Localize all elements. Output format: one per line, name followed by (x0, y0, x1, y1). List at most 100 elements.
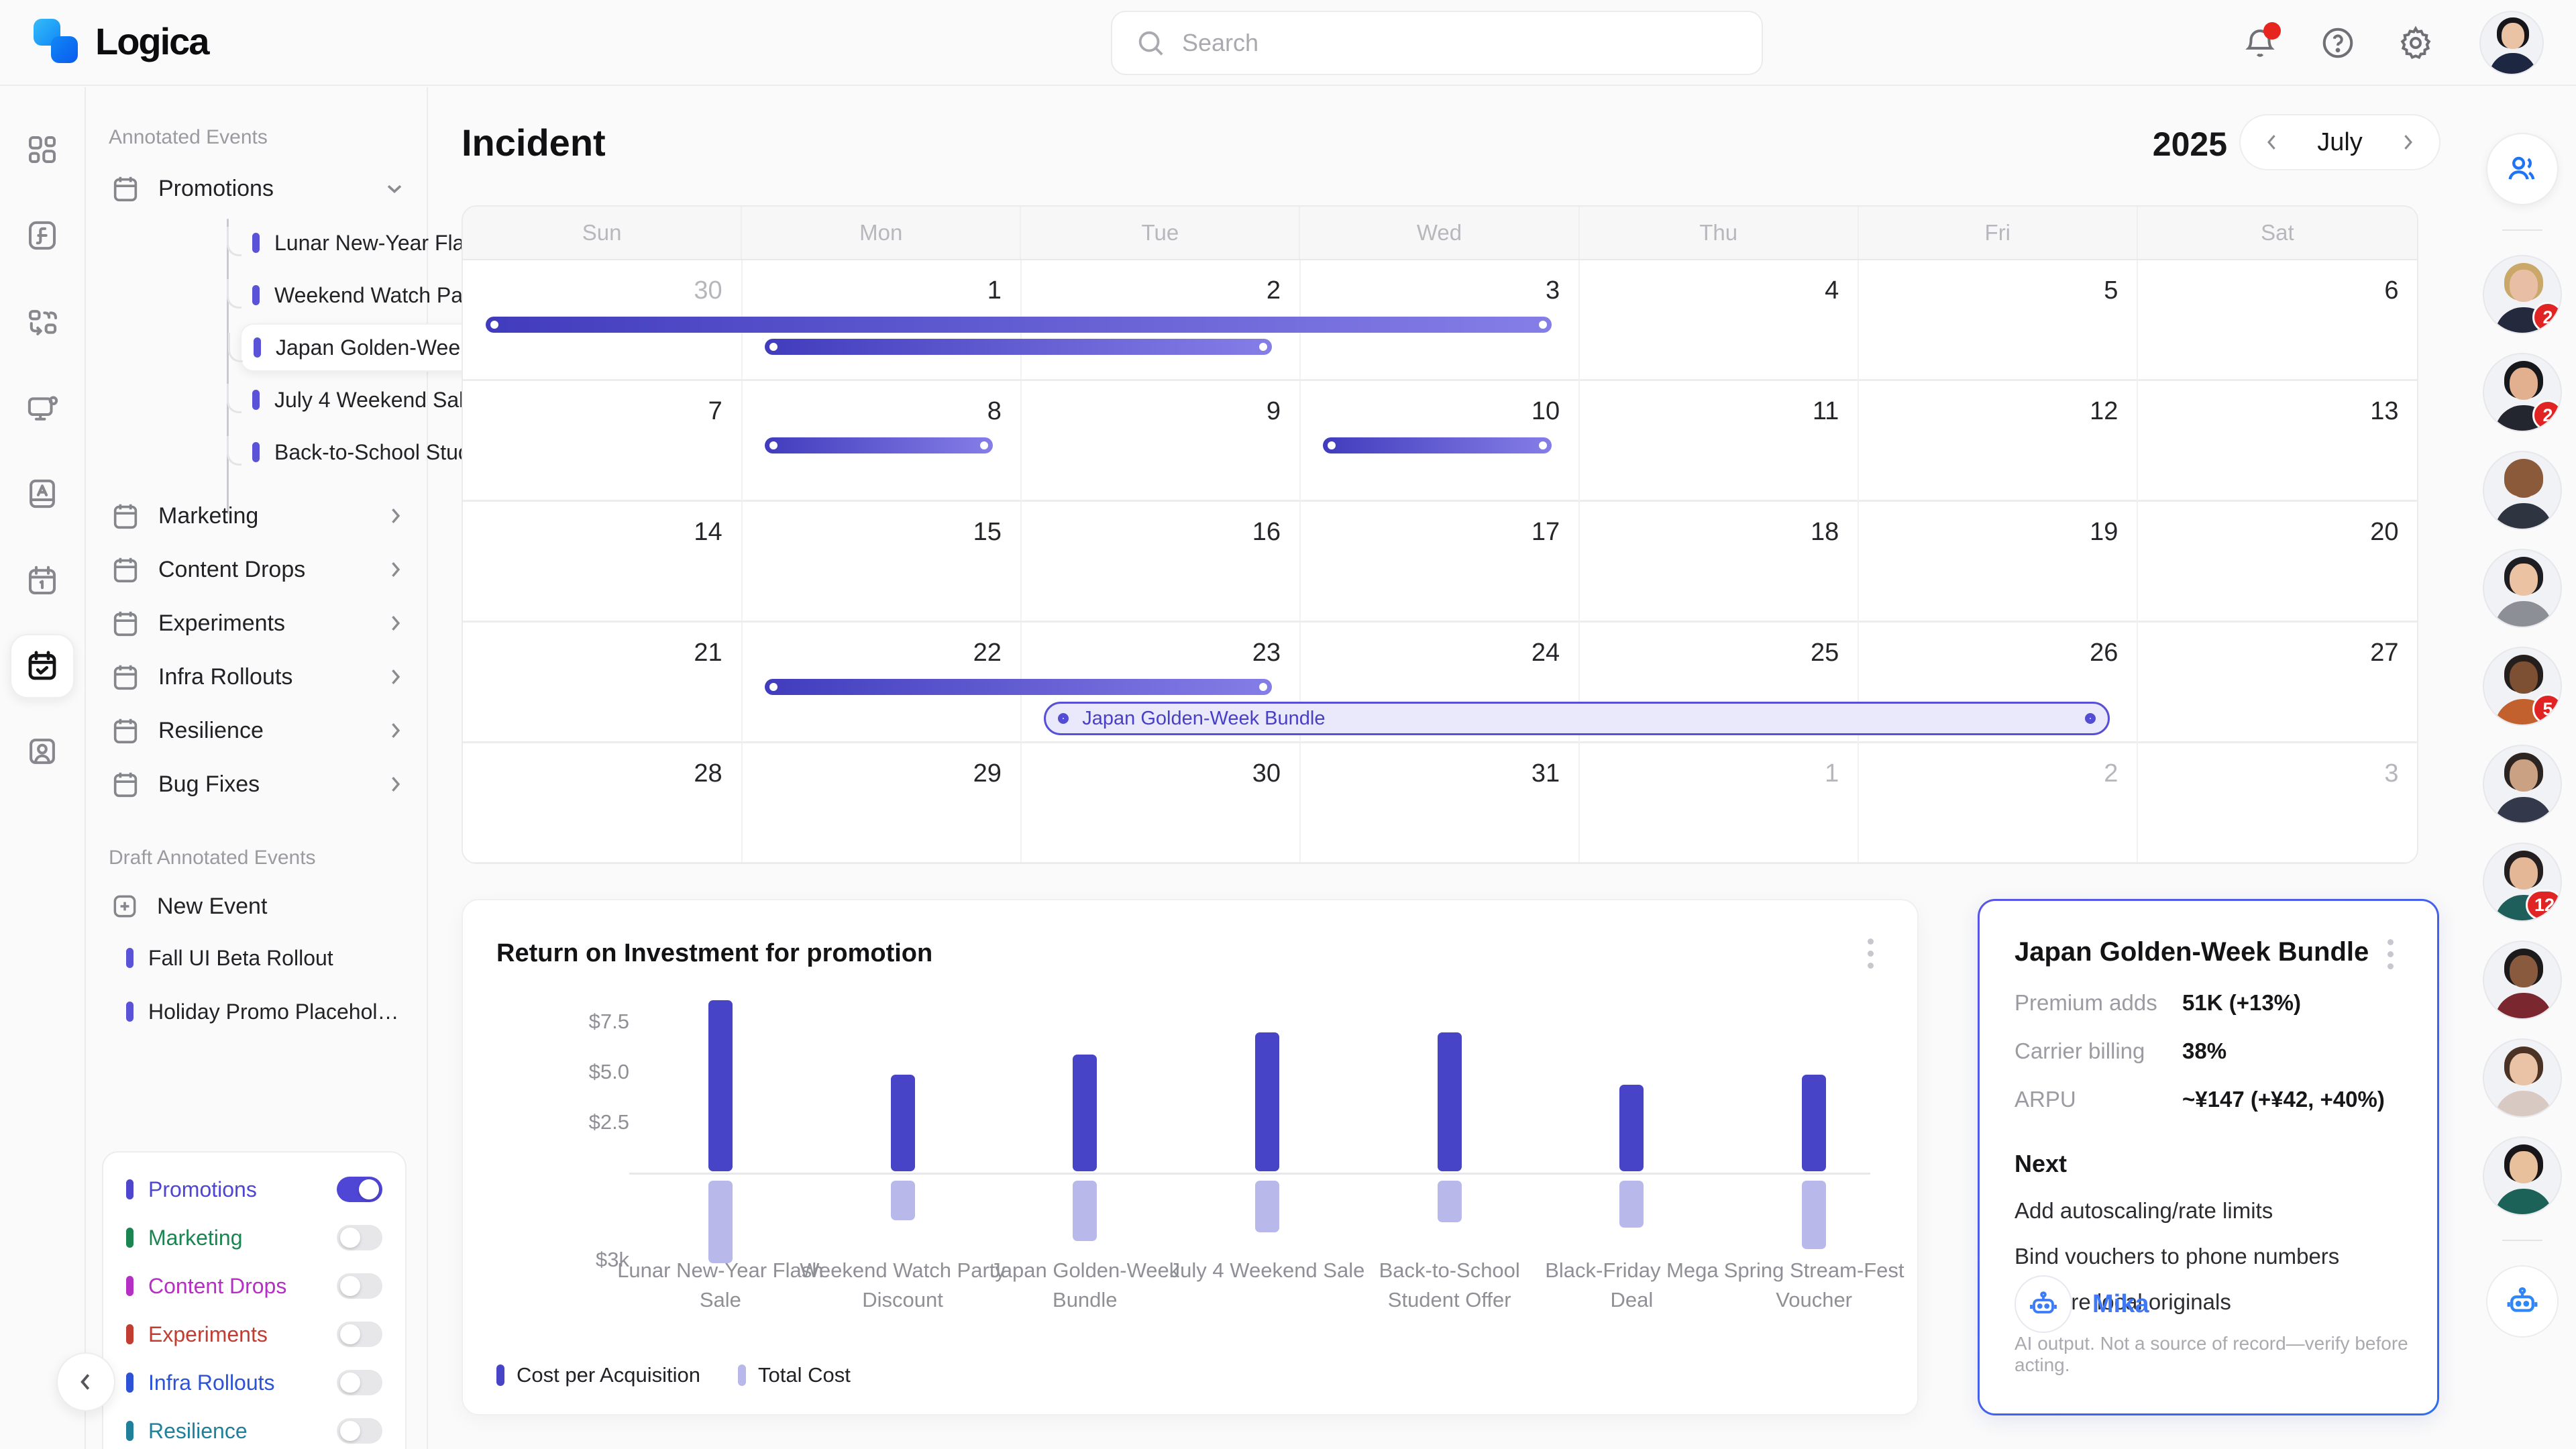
collaborator-avatar-4[interactable] (2483, 549, 2562, 628)
bar-total-cost[interactable] (891, 1181, 915, 1220)
collaborator-avatar-1[interactable]: 2 (2483, 255, 2562, 334)
draft-item-2[interactable]: Holiday Promo Placeholder (114, 987, 416, 1036)
bar-total-cost[interactable] (1802, 1181, 1826, 1249)
sidebar-item-content-drops[interactable]: Content Drops (101, 543, 416, 596)
next-item: Add autoscaling/rate limits (2015, 1198, 2402, 1224)
bar-cost-per-acquisition[interactable] (708, 1000, 733, 1171)
calendar-icon (110, 554, 141, 585)
people-button[interactable] (2486, 133, 2559, 205)
rail-item-function[interactable] (20, 213, 64, 258)
collaborator-avatar-3[interactable] (2483, 451, 2562, 530)
sidebar-item-resilience[interactable]: Resilience (101, 704, 416, 757)
calendar-day-cell[interactable]: 17 (1300, 502, 1580, 623)
user-avatar[interactable] (2479, 11, 2544, 75)
calendar-day-cell[interactable]: 19 (1859, 502, 2139, 623)
notifications-button[interactable] (2241, 23, 2279, 62)
prev-month-button[interactable] (2261, 131, 2284, 154)
collaborator-avatar-7[interactable]: 12 (2483, 843, 2562, 922)
calendar-day-cell[interactable]: 1 (1580, 743, 1860, 864)
legend-toggle-resilience[interactable] (337, 1418, 382, 1444)
sidebar-item-bug-fixes[interactable]: Bug Fixes (101, 758, 416, 810)
calendar-event-bar[interactable] (765, 339, 1272, 355)
draft-item-1[interactable]: Fall UI Beta Rollout (114, 934, 416, 982)
sidebar-item-promotions[interactable]: Promotions (101, 162, 416, 215)
calendar-day-cell[interactable]: 29 (742, 743, 1022, 864)
bar-cost-per-acquisition[interactable] (1255, 1032, 1279, 1171)
collaborator-avatar-10[interactable] (2483, 1136, 2562, 1216)
settings-button[interactable] (2396, 23, 2435, 62)
help-button[interactable] (2318, 23, 2357, 62)
collaborator-avatar-8[interactable] (2483, 941, 2562, 1020)
collaborator-avatar-5[interactable]: 5 (2483, 647, 2562, 726)
weekday-wed: Wed (1300, 207, 1579, 259)
bar-cost-per-acquisition[interactable] (1438, 1032, 1462, 1171)
calendar-day-cell[interactable]: 6 (2138, 260, 2418, 381)
bar-total-cost[interactable] (1619, 1181, 1644, 1228)
calendar-day-cell[interactable]: 11 (1580, 381, 1860, 502)
calendar-day-cell[interactable]: 15 (742, 502, 1022, 623)
rail-item-calendar-check[interactable] (10, 634, 74, 698)
collaborator-avatar-6[interactable] (2483, 745, 2562, 824)
calendar-event-bar[interactable] (1323, 437, 1551, 453)
sidebar-item-infra-rollouts[interactable]: Infra Rollouts (101, 651, 416, 703)
detail-menu-button[interactable] (2377, 936, 2404, 972)
calendar-day-cell[interactable]: 4 (1580, 260, 1860, 381)
bar-cost-per-acquisition[interactable] (891, 1075, 915, 1171)
legend-toggle-infra-rollouts[interactable] (337, 1370, 382, 1395)
calendar-day-cell[interactable]: 12 (1859, 381, 2139, 502)
bar-cost-per-acquisition[interactable] (1619, 1085, 1644, 1171)
calendar-day-cell[interactable]: 13 (2138, 381, 2418, 502)
bar-cost-per-acquisition[interactable] (1073, 1055, 1097, 1171)
search-input[interactable]: Search (1111, 11, 1763, 75)
calendar-day-cell[interactable]: 31 (1300, 743, 1580, 864)
calendar-day-cell[interactable]: 14 (463, 502, 743, 623)
bar-total-cost[interactable] (1438, 1181, 1462, 1222)
stat-row: Premium adds51K (+13%) (2015, 990, 2402, 1016)
legend-toggle-content-drops[interactable] (337, 1273, 382, 1299)
sidebar-item-marketing[interactable]: Marketing (101, 490, 416, 542)
chevron-right-icon (384, 504, 407, 527)
calendar-day-cell[interactable]: 27 (2138, 623, 2418, 743)
bar-cost-per-acquisition[interactable] (1802, 1075, 1826, 1171)
calendar-day-cell[interactable]: 2 (1859, 743, 2139, 864)
legend-row-resilience: Resilience (126, 1418, 382, 1444)
collaborator-avatar-2[interactable]: 2 (2483, 353, 2562, 432)
calendar-event-bar[interactable] (486, 317, 1552, 333)
calendar-day-cell[interactable]: 21 (463, 623, 743, 743)
brand-logo[interactable]: Logica (34, 19, 208, 63)
calendar-day-cell[interactable]: 5 (1859, 260, 2139, 381)
bar-total-cost[interactable] (1255, 1181, 1279, 1232)
calendar-day-cell[interactable]: 30 (1021, 743, 1301, 864)
next-month-button[interactable] (2396, 131, 2419, 154)
calendar-day-cell[interactable]: 18 (1580, 502, 1860, 623)
legend-toggle-marketing[interactable] (337, 1225, 382, 1250)
agent-attribution[interactable]: Mika (2015, 1275, 2149, 1333)
rail-item-library[interactable] (20, 472, 64, 516)
rail-item-dashboard[interactable] (20, 127, 64, 172)
divider (2502, 229, 2542, 231)
calendar-event-highlighted[interactable]: Japan Golden-Week Bundle (1044, 702, 2110, 735)
sidebar-item-experiments[interactable]: Experiments (101, 597, 416, 649)
calendar-day-cell[interactable]: 7 (463, 381, 743, 502)
event-detail-card: Japan Golden-Week Bundle Premium adds51K… (1978, 899, 2439, 1415)
calendar-day-cell[interactable]: 20 (2138, 502, 2418, 623)
calendar-event-bar[interactable] (765, 437, 993, 453)
legend-bullet (126, 1228, 133, 1248)
sidebar-collapse-button[interactable] (56, 1352, 115, 1411)
rail-item-flow[interactable] (20, 301, 64, 345)
bar-total-cost[interactable] (708, 1181, 733, 1263)
calendar-day-cell[interactable]: 3 (2138, 743, 2418, 864)
bar-total-cost[interactable] (1073, 1181, 1097, 1241)
calendar-event-bar[interactable] (765, 679, 1272, 695)
rail-item-contacts[interactable] (20, 729, 64, 773)
calendar-day-cell[interactable]: 16 (1021, 502, 1301, 623)
legend-toggle-promotions[interactable] (337, 1177, 382, 1202)
rail-item-calendar-one[interactable] (20, 559, 64, 603)
legend-toggle-experiments[interactable] (337, 1322, 382, 1347)
bot-button[interactable] (2486, 1265, 2559, 1338)
collaborator-avatar-9[interactable] (2483, 1038, 2562, 1118)
rail-item-monitor[interactable] (20, 386, 64, 431)
calendar-day-cell[interactable]: 9 (1021, 381, 1301, 502)
new-event-button[interactable]: New Event (101, 880, 416, 932)
calendar-day-cell[interactable]: 28 (463, 743, 743, 864)
